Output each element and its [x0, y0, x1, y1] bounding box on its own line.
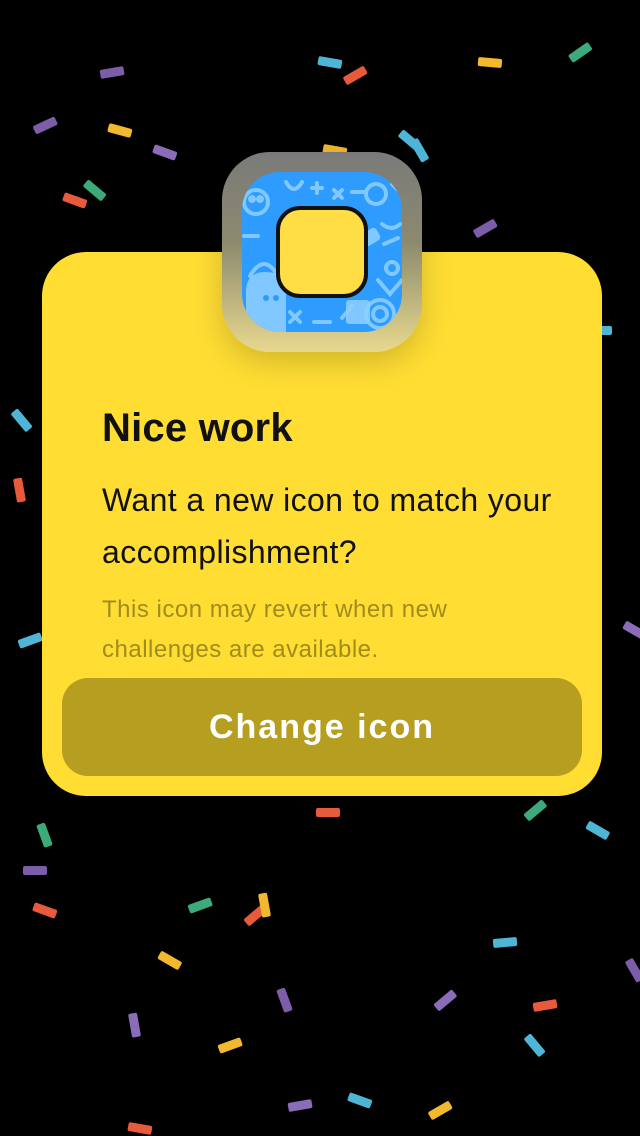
confetti-piece: [33, 116, 58, 134]
confetti-piece: [568, 42, 592, 63]
dialog-note: This icon may revert when new challenges…: [102, 596, 448, 663]
confetti-piece: [17, 632, 43, 649]
confetti-piece: [524, 800, 547, 821]
confetti-piece: [217, 1037, 243, 1054]
confetti-piece: [316, 808, 340, 817]
confetti-piece: [532, 999, 558, 1012]
confetti-piece: [107, 123, 133, 138]
change-icon-button[interactable]: Change icon: [62, 678, 582, 776]
confetti-piece: [625, 958, 640, 983]
confetti-piece: [428, 1101, 453, 1120]
confetti-piece: [62, 192, 88, 209]
screen: Nice work Want a new icon to match your …: [0, 0, 640, 1136]
confetti-piece: [347, 1092, 373, 1109]
confetti-piece: [23, 866, 47, 875]
confetti-piece: [622, 621, 640, 640]
confetti-piece: [287, 1099, 313, 1112]
confetti-piece: [492, 937, 518, 948]
confetti-piece: [99, 66, 125, 79]
confetti-piece: [13, 477, 26, 503]
confetti-piece: [83, 180, 106, 201]
confetti-piece: [524, 1034, 545, 1057]
dialog-message: Want a new icon to match your accomplish…: [102, 482, 552, 570]
confetti-piece: [11, 409, 32, 432]
confetti-piece: [477, 57, 503, 68]
confetti-piece: [410, 138, 429, 163]
icon-preview-frame: [222, 152, 422, 352]
dialog-title: Nice work: [102, 406, 293, 450]
confetti-piece: [317, 56, 343, 69]
app-icon-graphic: [242, 172, 402, 332]
app-icon: [242, 172, 402, 332]
confetti-piece: [32, 902, 58, 919]
confetti-piece: [127, 1122, 153, 1135]
confetti-piece: [187, 897, 213, 914]
confetti-piece: [157, 951, 182, 970]
confetti-piece: [36, 822, 53, 848]
confetti-piece: [276, 987, 293, 1013]
confetti-piece: [128, 1012, 141, 1038]
confetti-piece: [585, 821, 610, 840]
confetti-piece: [473, 219, 498, 238]
confetti-piece: [343, 66, 368, 85]
confetti-piece: [152, 144, 178, 161]
confetti-piece: [434, 990, 457, 1011]
